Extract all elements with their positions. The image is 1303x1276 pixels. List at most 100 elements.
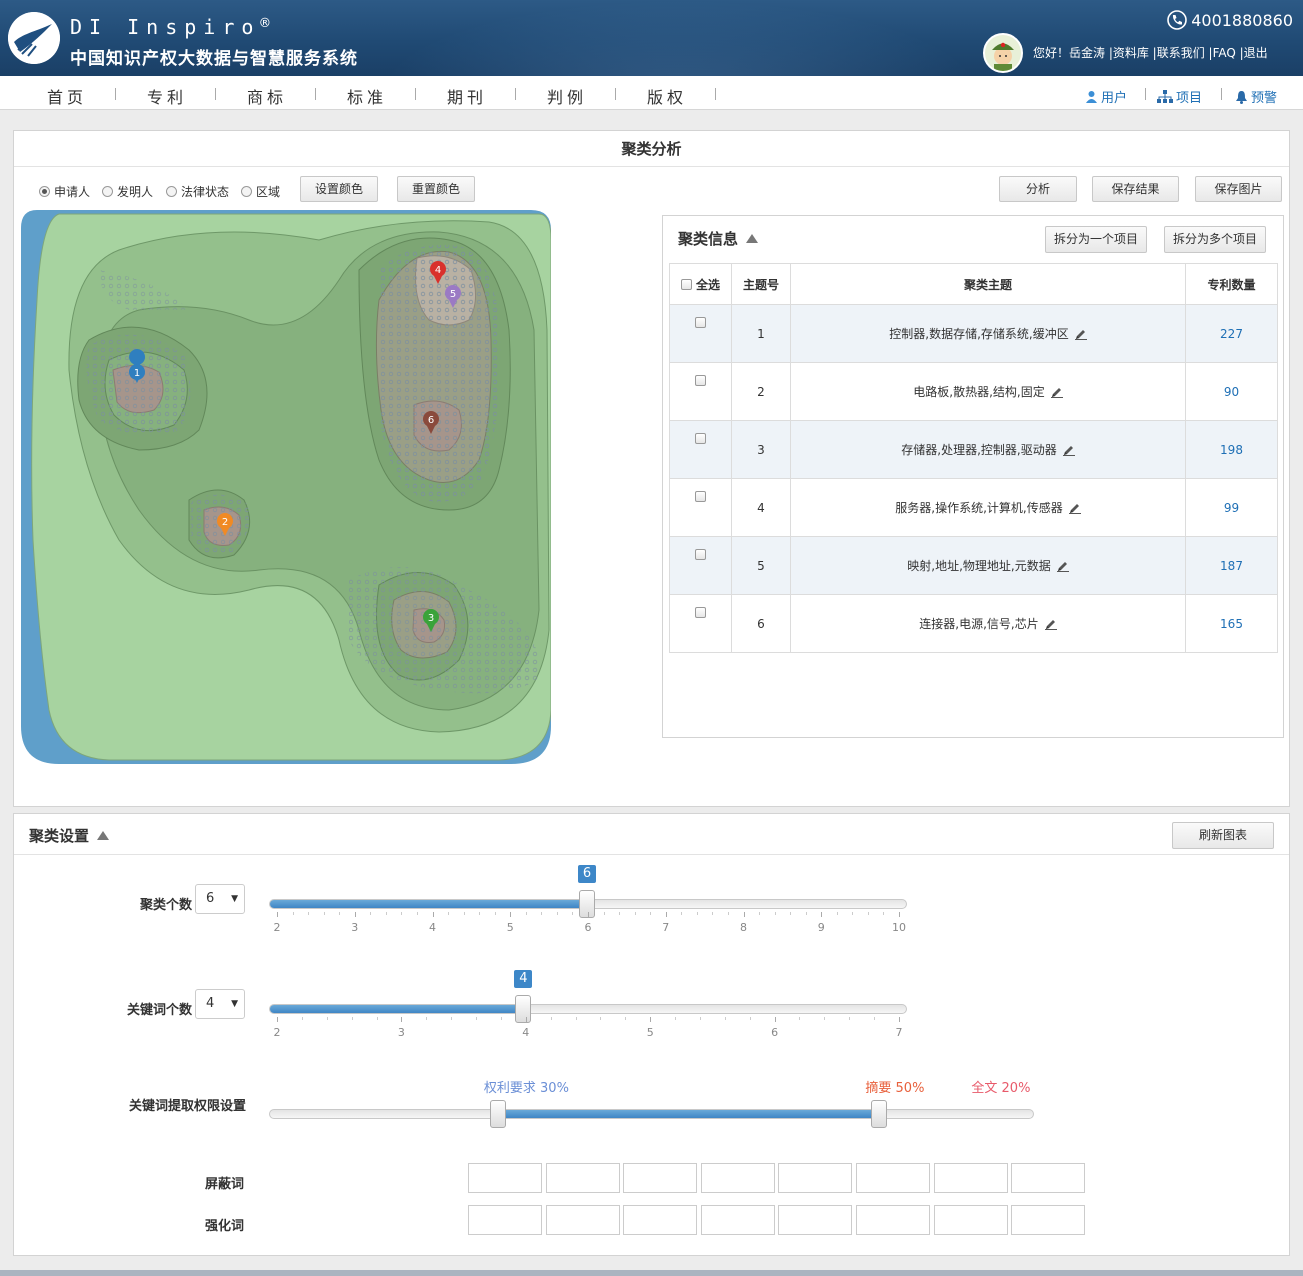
boost-word-input[interactable] (700, 1205, 775, 1235)
user-icon (1086, 91, 1097, 103)
avatar[interactable] (983, 33, 1023, 73)
slider-minor-tick (774, 912, 776, 915)
slider-minor-tick (308, 912, 310, 915)
row-select-cell[interactable] (669, 420, 732, 479)
nav-case[interactable]: 判例 (547, 84, 587, 108)
block-word-input[interactable] (545, 1163, 620, 1193)
block-word-input[interactable] (623, 1163, 698, 1193)
block-word-input[interactable] (856, 1163, 930, 1193)
block-word-input[interactable] (700, 1163, 775, 1193)
slider-tick-label: 5 (506, 921, 514, 934)
slider-minor-tick (401, 912, 403, 915)
edit-icon[interactable] (1062, 444, 1075, 456)
top-header: DI Inspiro® 中国知识产权大数据与智慧服务系统 4001880860 … (0, 0, 1303, 76)
user-links[interactable]: 您好！岳金涛 |资料库 |联系我们 |FAQ |退出 (1033, 44, 1268, 61)
row-select-cell[interactable] (669, 478, 732, 537)
set-color-button[interactable]: 设置颜色 (300, 176, 378, 202)
chevron-down-icon: ▼ (231, 999, 238, 1009)
slider-minor-tick (603, 912, 605, 915)
nav-trademark[interactable]: 商标 (247, 84, 287, 108)
boost-word-input[interactable] (623, 1205, 698, 1235)
save-image-button[interactable]: 保存图片 (1195, 176, 1282, 202)
count-cell[interactable]: 187 (1185, 536, 1278, 595)
logo-icon[interactable] (8, 12, 60, 64)
row-checkbox[interactable] (695, 490, 706, 502)
edit-icon[interactable] (1074, 328, 1087, 340)
boost-word-input[interactable] (1011, 1205, 1086, 1235)
reset-color-button[interactable]: 重置颜色 (397, 176, 475, 202)
save-result-button[interactable]: 保存结果 (1092, 176, 1179, 202)
nav-alert[interactable]: 预警 (1235, 87, 1277, 106)
boost-word-input[interactable] (778, 1205, 853, 1235)
row-select-cell[interactable] (669, 536, 732, 595)
row-checkbox[interactable] (695, 316, 706, 328)
boost-word-input[interactable] (856, 1205, 930, 1235)
slider-minor-tick (836, 912, 838, 915)
count-cell[interactable]: 165 (1185, 594, 1278, 653)
edit-icon[interactable] (1050, 386, 1063, 398)
slider-minor-tick (883, 912, 885, 915)
collapse-icon (746, 234, 759, 243)
split-many-projects-button[interactable]: 拆分为多个项目 (1164, 226, 1266, 253)
count-cell[interactable]: 227 (1185, 304, 1278, 363)
chevron-down-icon: ▼ (231, 894, 238, 904)
row-checkbox[interactable] (695, 606, 706, 618)
radio-dot (166, 186, 177, 197)
slider-handle[interactable] (515, 995, 532, 1023)
count-cell[interactable]: 90 (1185, 362, 1278, 421)
radio-legal-status[interactable]: 法律状态 (166, 183, 229, 200)
settings-title[interactable]: 聚类设置 (29, 825, 110, 846)
claims-weight-handle[interactable] (489, 1100, 506, 1128)
abstract-weight-handle[interactable] (871, 1100, 888, 1128)
slider-minor-tick (634, 912, 636, 915)
topic-header: 聚类主题 (790, 263, 1186, 305)
analyze-button[interactable]: 分析 (999, 176, 1077, 202)
keyword-count-select[interactable]: 4 ▼ (195, 989, 245, 1019)
radio-dot (241, 186, 252, 197)
block-word-input[interactable] (468, 1163, 542, 1193)
radio-region[interactable]: 区域 (241, 183, 280, 200)
topic-cell: 映射,地址,物理地址,元数据 (790, 536, 1186, 595)
row-checkbox[interactable] (695, 374, 706, 386)
nav-patent[interactable]: 专利 (147, 84, 187, 108)
nav-copyright[interactable]: 版权 (647, 84, 687, 108)
select-all-checkbox[interactable] (680, 278, 692, 290)
nav-home[interactable]: 首页 (47, 84, 87, 108)
topic-no-cell: 5 (731, 536, 791, 595)
nav-user[interactable]: 用户 (1085, 87, 1127, 106)
phone-number: 4001880860 (1167, 10, 1293, 30)
edit-icon[interactable] (1044, 618, 1057, 630)
row-checkbox[interactable] (695, 548, 706, 560)
row-select-cell[interactable] (669, 362, 732, 421)
row-select-cell[interactable] (669, 594, 732, 653)
cluster-count-select[interactable]: 6 ▼ (195, 884, 245, 914)
boost-word-input[interactable] (933, 1205, 1008, 1235)
select-all-header[interactable]: 全选 (669, 263, 732, 305)
slider-minor-tick (852, 912, 854, 915)
slider-track[interactable] (269, 1004, 907, 1014)
svg-text:1: 1 (134, 368, 140, 379)
edit-icon[interactable] (1068, 502, 1081, 514)
cluster-info-title[interactable]: 聚类信息 (678, 228, 759, 249)
edit-icon[interactable] (1056, 560, 1069, 572)
boost-word-input[interactable] (468, 1205, 542, 1235)
count-cell[interactable]: 198 (1185, 420, 1278, 479)
radio-inventor[interactable]: 发明人 (102, 183, 153, 200)
cluster-landscape-map[interactable]: 1 2 3 4 5 6 (19, 210, 551, 766)
row-checkbox[interactable] (695, 432, 706, 444)
count-cell[interactable]: 99 (1185, 478, 1278, 537)
block-word-input[interactable] (778, 1163, 853, 1193)
nav-standard[interactable]: 标准 (347, 84, 387, 108)
block-word-input[interactable] (1011, 1163, 1086, 1193)
slider-minor-tick (323, 912, 325, 915)
row-select-cell[interactable] (669, 304, 732, 363)
refresh-chart-button[interactable]: 刷新图表 (1172, 822, 1274, 849)
boost-word-input[interactable] (545, 1205, 620, 1235)
block-word-input[interactable] (933, 1163, 1008, 1193)
slider-handle[interactable] (579, 890, 595, 918)
nav-journal[interactable]: 期刊 (447, 84, 487, 108)
radio-applicant[interactable]: 申请人 (39, 183, 90, 200)
split-one-project-button[interactable]: 拆分为一个项目 (1045, 226, 1147, 253)
weight-slider-track[interactable] (269, 1109, 1034, 1119)
nav-project[interactable]: 项目 (1157, 87, 1202, 106)
